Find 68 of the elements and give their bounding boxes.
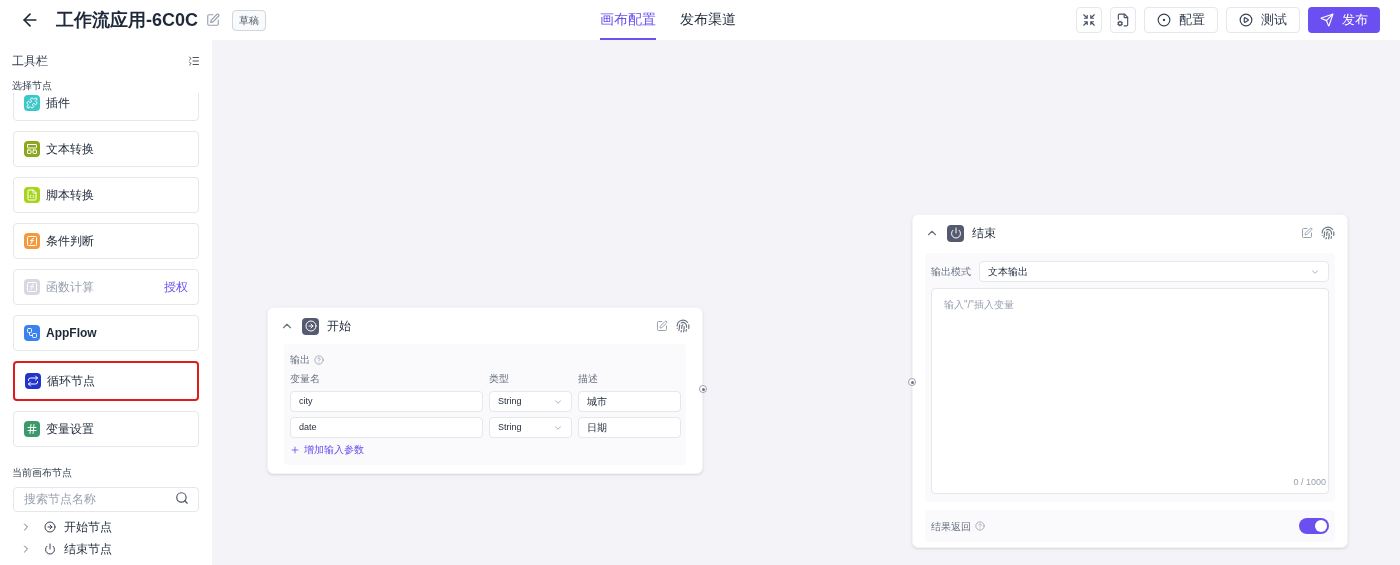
edit-icon[interactable] (656, 320, 668, 332)
mode-select[interactable]: 文本输出 (979, 261, 1329, 282)
tool-label: AppFlow (46, 325, 97, 342)
search-icon[interactable] (175, 491, 189, 505)
power-icon (947, 224, 964, 242)
tool-card[interactable]: AppFlow (13, 315, 199, 351)
edit-icon[interactable] (206, 13, 220, 27)
section-label: 选择节点 (11, 79, 53, 93)
column-header: 变量名 (290, 372, 321, 386)
tool-label: 脚本转换 (46, 187, 94, 204)
type-select[interactable]: String (489, 391, 572, 412)
toolbar-button[interactable]: 测试 (1226, 7, 1300, 33)
start-icon (302, 317, 319, 335)
end-icon (44, 542, 56, 555)
toolbar-button[interactable] (1076, 7, 1102, 33)
publish-button[interactable]: 发布 (1308, 7, 1380, 33)
name-field[interactable]: city (290, 391, 483, 412)
tree-item[interactable]: 结束节点 (64, 539, 112, 558)
tree-item[interactable]: 开始节点 (64, 517, 112, 536)
tool-label: 循环节点 (47, 373, 95, 390)
tool-card[interactable]: 变量设置 (13, 411, 199, 447)
tool-card[interactable]: 文本转换 (13, 131, 199, 167)
node-title: 结束 (972, 225, 996, 242)
field-label: 输出 (290, 353, 310, 367)
tab[interactable]: 发布渠道 (680, 0, 736, 40)
tool-label: 变量设置 (46, 421, 94, 438)
start-icon (44, 520, 56, 533)
column-header: 描述 (578, 372, 599, 386)
panel-title: 工具栏 (12, 53, 48, 70)
type-select[interactable]: String (489, 417, 572, 438)
tool-card[interactable]: 插件 (13, 93, 199, 121)
status-badge: 草稿 (232, 9, 266, 31)
edit-icon[interactable] (1301, 227, 1313, 239)
placeholder-text: 输入"/"插入变量 (944, 298, 1015, 312)
field-label: 输出模式 (931, 265, 971, 279)
name-field[interactable]: date (290, 417, 483, 438)
node-title: 开始 (327, 318, 351, 335)
tool-label: 条件判断 (46, 233, 94, 250)
description-field[interactable]: 日期 (578, 417, 681, 438)
column-header: 类型 (489, 372, 510, 386)
canvas[interactable]: 开始 输出 变量名 类型 描述 city String 城市 date String 日期 增加输入参数 结束 输出模式 文本输出 输入"/"插入变量 0 / 1000 结果返回 (213, 40, 1400, 565)
tool-card[interactable]: 条件判断 (13, 223, 199, 259)
help-icon (975, 521, 985, 531)
input-port-icon[interactable] (908, 378, 916, 386)
tool-card[interactable]: 脚本转换 (13, 177, 199, 213)
send-icon (1320, 13, 1334, 27)
section-label: 当前画布节点 (11, 466, 73, 480)
file-icon (1116, 13, 1130, 27)
tool-label: 文本转换 (46, 141, 94, 158)
tool-label: 函数计算 (46, 279, 94, 296)
output-port-icon[interactable] (699, 385, 707, 393)
target-icon (1157, 13, 1171, 27)
add-parameter-button[interactable]: 增加输入参数 (290, 442, 364, 457)
search-field[interactable]: 搜索节点名称 (13, 486, 199, 512)
list-icon[interactable] (188, 55, 200, 67)
char-counter: 0 / 1000 (1293, 475, 1326, 489)
toggle-switch[interactable] (1299, 518, 1329, 534)
app-title: 工作流应用-6C0C (56, 8, 198, 32)
tool-label: 插件 (46, 95, 70, 112)
toolbar-button[interactable]: 配置 (1144, 7, 1218, 33)
field-label: 结果返回 (931, 519, 971, 534)
play-icon (1239, 13, 1253, 27)
toolbar-button[interactable] (1110, 7, 1136, 33)
help-icon (314, 354, 324, 365)
description-field[interactable]: 城市 (578, 391, 681, 412)
shrink-icon (1082, 13, 1096, 27)
tool-card[interactable]: 循环节点 (13, 361, 199, 401)
plus-icon (290, 444, 300, 455)
